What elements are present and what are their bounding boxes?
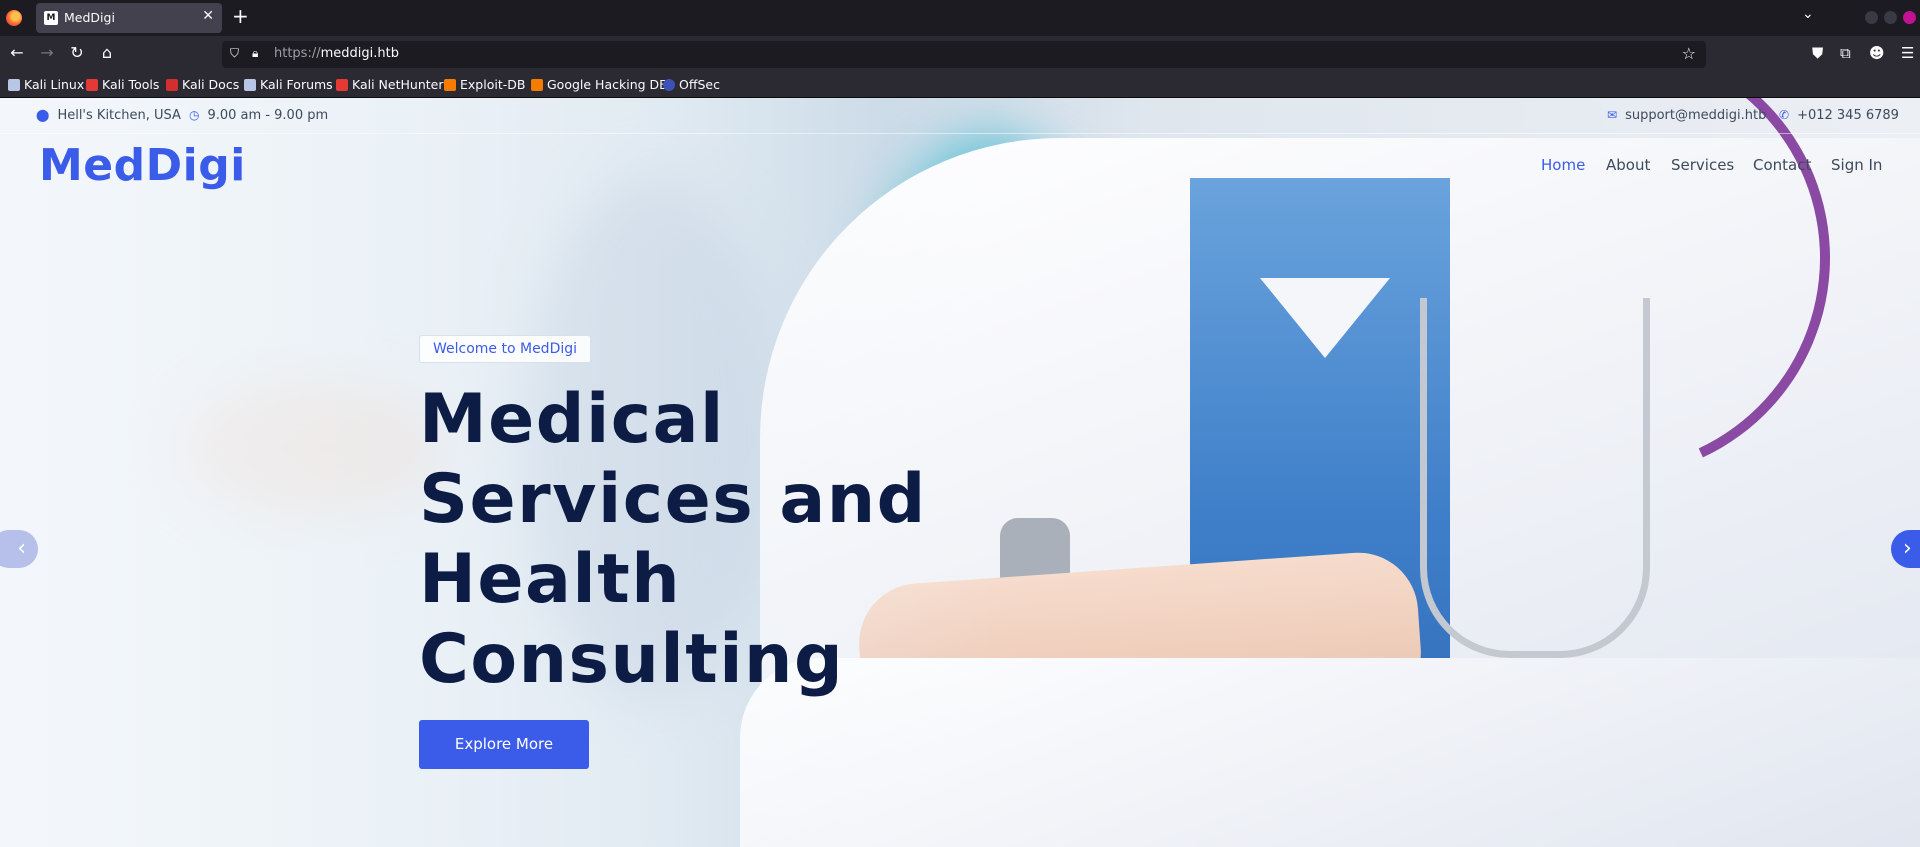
forward-icon[interactable]: → [37, 43, 57, 62]
stethoscope-metal [1420, 298, 1650, 658]
ghdb-icon [531, 79, 543, 91]
maximize-window-icon[interactable] [1884, 11, 1897, 24]
close-window-icon[interactable] [1903, 11, 1916, 24]
bookmark-label: Kali Docs [182, 77, 240, 92]
bookmark-label: Exploit-DB [460, 77, 526, 92]
menu-hamburger-icon[interactable]: ☰ [1901, 44, 1914, 62]
phone-text[interactable]: +012 345 6789 [1797, 108, 1899, 123]
bookmark-kali-tools[interactable]: Kali Tools [86, 77, 159, 92]
location-text: Hell's Kitchen, USA [57, 108, 181, 123]
chevron-right-icon: › [1903, 536, 1912, 561]
kali-dragon-icon [244, 79, 256, 91]
url-text[interactable]: https://meddigi.htb [274, 46, 399, 61]
bookmark-star-icon[interactable]: ☆ [1682, 44, 1696, 63]
reload-icon[interactable]: ↻ [67, 43, 87, 62]
bookmark-offsec[interactable]: OffSec [663, 77, 720, 92]
home-icon[interactable]: ⌂ [97, 43, 117, 62]
bookmarks-toolbar: Kali Linux Kali Tools Kali Docs Kali For… [0, 72, 1920, 98]
bookmark-kali-linux[interactable]: Kali Linux [8, 77, 84, 92]
bookmark-label: OffSec [679, 77, 720, 92]
site-logo[interactable]: MedDigi [39, 140, 246, 191]
url-bar[interactable]: ⛉ 🔒︎ https://meddigi.htb ☆ [222, 41, 1706, 68]
web-page: ⬤ Hell's Kitchen, USA ◷ 9.00 am - 9.00 pm … [0, 98, 1920, 847]
favicon-icon: M [44, 11, 58, 25]
firefox-icon[interactable] [6, 10, 22, 26]
pocket-icon[interactable]: ⛊ [1812, 44, 1823, 62]
url-scheme: https:// [274, 46, 321, 61]
tracking-shield-icon[interactable]: ⛉ [230, 46, 239, 61]
nav-about[interactable]: About [1606, 156, 1650, 174]
welcome-badge: Welcome to MedDigi [419, 335, 592, 363]
profile-icon[interactable]: ☻ [1869, 44, 1885, 62]
nethunter-icon [336, 79, 348, 91]
nav-home[interactable]: Home [1541, 156, 1585, 174]
tab-list-chevron-icon[interactable]: ⌄ [1802, 6, 1814, 22]
explore-more-button[interactable]: Explore More [419, 720, 589, 769]
bookmark-kali-docs[interactable]: Kali Docs [166, 77, 239, 92]
phone-info[interactable]: ✆ +012 345 6789 [1779, 108, 1899, 123]
top-info-bar: ⬤ Hell's Kitchen, USA ◷ 9.00 am - 9.00 pm … [0, 98, 1920, 134]
bookmark-label: Kali Linux [24, 77, 85, 92]
lock-icon[interactable]: 🔒︎ [252, 46, 258, 61]
url-host: meddigi.htb [320, 46, 399, 61]
email-info[interactable]: ✉ support@meddigi.htb [1607, 108, 1766, 123]
extensions-icon[interactable]: ⧉ [1840, 44, 1851, 62]
nav-sign-in[interactable]: Sign In [1831, 156, 1882, 174]
hours-info: ◷ 9.00 am - 9.00 pm [189, 108, 328, 123]
bookmark-kali-forums[interactable]: Kali Forums [244, 77, 333, 92]
bookmark-label: Kali Tools [102, 77, 160, 92]
carousel-prev-button[interactable]: ‹ [0, 530, 38, 568]
bookmark-google-hacking-db[interactable]: Google Hacking DB [531, 77, 668, 92]
chevron-left-icon: ‹ [17, 536, 26, 561]
browser-nav-bar: ← → ↻ ⌂ ⛉ 🔒︎ https://meddigi.htb ☆ ⛊ ⧉ ☻… [0, 36, 1920, 72]
kali-dragon-icon [8, 79, 20, 91]
map-pin-icon: ⬤ [36, 108, 50, 122]
bookmark-label: Kali NetHunter [352, 77, 444, 92]
email-text[interactable]: support@meddigi.htb [1625, 108, 1766, 123]
bookmark-label: Google Hacking DB [547, 77, 668, 92]
browser-tab-active[interactable]: M MedDigi ✕ [36, 3, 222, 33]
browser-tab-bar: M MedDigi ✕ + ⌄ [0, 0, 1920, 36]
kali-tools-icon [86, 79, 98, 91]
kali-docs-icon [166, 79, 178, 91]
new-tab-icon[interactable]: + [232, 4, 249, 28]
offsec-icon [663, 79, 675, 91]
phone-icon: ✆ [1779, 108, 1790, 122]
nav-services[interactable]: Services [1671, 156, 1734, 174]
tab-title: MedDigi [64, 10, 115, 25]
nav-contact[interactable]: Contact [1753, 156, 1811, 174]
envelope-icon: ✉ [1607, 108, 1618, 122]
minimize-window-icon[interactable] [1865, 11, 1878, 24]
back-icon[interactable]: ← [7, 43, 27, 62]
bookmark-exploit-db[interactable]: Exploit-DB [444, 77, 525, 92]
exploit-db-icon [444, 79, 456, 91]
hero-headline: Medical Services and Health Consulting [419, 380, 927, 699]
close-tab-icon[interactable]: ✕ [202, 8, 214, 24]
bookmark-kali-nethunter[interactable]: Kali NetHunter [336, 77, 443, 92]
clock-icon: ◷ [189, 108, 200, 122]
hours-text: 9.00 am - 9.00 pm [207, 108, 329, 123]
location-info: ⬤ Hell's Kitchen, USA [36, 108, 181, 123]
bookmark-label: Kali Forums [260, 77, 333, 92]
